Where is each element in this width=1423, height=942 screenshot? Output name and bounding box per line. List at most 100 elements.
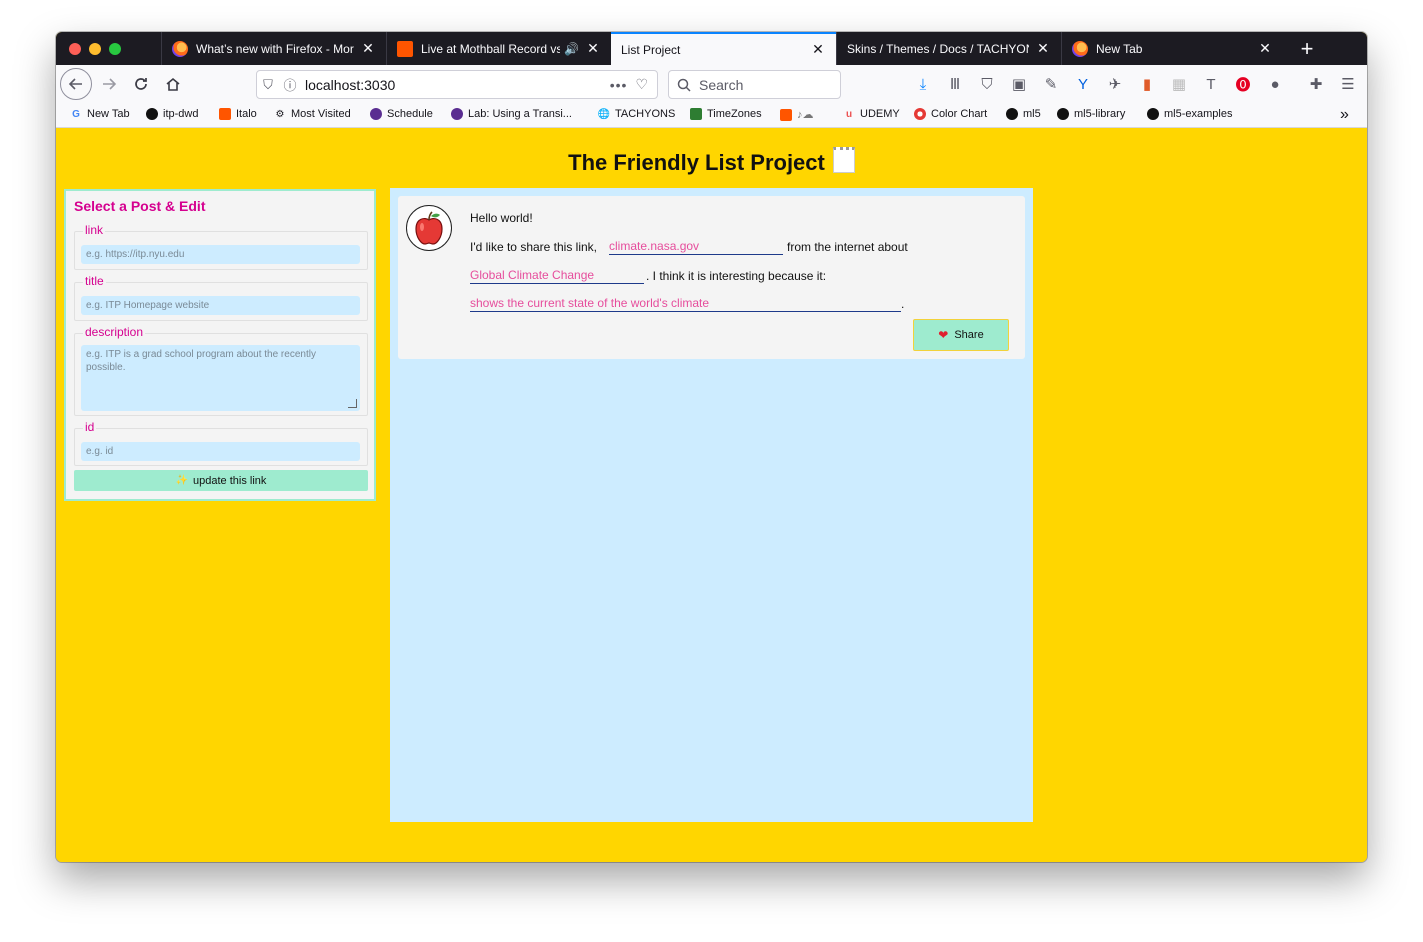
id-input[interactable]: e.g. id bbox=[81, 442, 360, 461]
title-input[interactable]: e.g. ITP Homepage website bbox=[81, 296, 360, 315]
close-icon[interactable]: ✕ bbox=[1035, 40, 1051, 57]
bookmark-most-visited[interactable]: ⚙ Most Visited bbox=[274, 108, 351, 120]
close-icon[interactable]: ✕ bbox=[1257, 40, 1273, 57]
extensions-icon[interactable]: ✚ bbox=[1305, 73, 1327, 95]
id-legend: id bbox=[83, 420, 97, 434]
bookmark-label: ml5-examples bbox=[1164, 108, 1233, 120]
reason-blank[interactable]: shows the current state of the world's c… bbox=[470, 296, 901, 312]
tab-live-mothball[interactable]: Live at Mothball Record vs D 🔊 ✕ bbox=[386, 32, 611, 65]
bookmark-ml5[interactable]: ml5 bbox=[1006, 108, 1041, 120]
account-icon[interactable]: ● bbox=[1264, 73, 1286, 95]
close-icon[interactable]: ✕ bbox=[585, 40, 601, 57]
search-input[interactable]: Search bbox=[668, 70, 841, 99]
tab-new-tab[interactable]: New Tab ✕ bbox=[1061, 32, 1283, 65]
close-icon[interactable]: ✕ bbox=[810, 41, 826, 58]
close-window-button[interactable] bbox=[69, 43, 81, 55]
tab-label: New Tab bbox=[1096, 41, 1143, 56]
home-button[interactable] bbox=[158, 69, 188, 99]
bookmark-tachyons[interactable]: 🌐 TACHYONS bbox=[598, 108, 676, 120]
shield-icon[interactable]: ⛉ bbox=[257, 77, 279, 93]
description-legend: description bbox=[83, 325, 146, 339]
tab-tachyons[interactable]: Skins / Themes / Docs / TACHYONS ✕ bbox=[836, 32, 1061, 65]
tab-label: Live at Mothball Record vs D bbox=[421, 41, 561, 56]
github-icon bbox=[1147, 108, 1159, 120]
shield-extension-icon[interactable]: ⛉ bbox=[976, 73, 998, 95]
edit-panel-heading: Select a Post & Edit bbox=[74, 198, 206, 214]
post-feed: Hello world! I'd like to share this link… bbox=[390, 188, 1033, 822]
address-bar[interactable]: ⛉ ⓘ localhost:3030 ••• ♡ bbox=[256, 70, 658, 99]
speaker-icon[interactable]: 🔊 bbox=[564, 42, 579, 56]
share-label: Share bbox=[954, 329, 984, 341]
link-input[interactable]: e.g. https://itp.nyu.edu bbox=[81, 245, 360, 264]
home-icon bbox=[166, 77, 180, 91]
info-icon[interactable]: ⓘ bbox=[279, 75, 301, 94]
share-button[interactable]: ❤ Share bbox=[913, 319, 1009, 351]
post-greeting: Hello world! bbox=[470, 211, 533, 225]
sidebar-icon[interactable]: ▣ bbox=[1008, 73, 1030, 95]
menu-icon[interactable]: ☰ bbox=[1337, 73, 1359, 95]
soundcloud-icon bbox=[780, 108, 792, 121]
link-blank[interactable]: climate.nasa.gov bbox=[609, 239, 783, 255]
pocket-icon[interactable]: ♡ bbox=[635, 76, 649, 93]
tab-whats-new[interactable]: What’s new with Firefox - More ✕ bbox=[161, 32, 386, 65]
bookmark-ml5-library[interactable]: ml5-library bbox=[1057, 108, 1125, 120]
tab-label: List Project bbox=[621, 42, 681, 57]
google-icon: G bbox=[72, 108, 80, 120]
bookmark-label: Lab: Using a Transi... bbox=[468, 108, 572, 120]
description-textarea[interactable]: e.g. ITP is a grad school program about … bbox=[81, 345, 360, 411]
soundcloud-icon bbox=[219, 108, 231, 120]
itp-icon bbox=[451, 108, 463, 120]
reload-button[interactable] bbox=[126, 69, 156, 99]
title-legend: title bbox=[83, 274, 106, 288]
bookmark-lab-transistor[interactable]: Lab: Using a Transi... bbox=[451, 108, 572, 120]
page-actions-icon[interactable]: ••• bbox=[610, 77, 628, 93]
minimize-window-button[interactable] bbox=[89, 43, 101, 55]
spaceship-extension-icon[interactable]: ✈ bbox=[1104, 73, 1126, 95]
link-fieldset: link e.g. https://itp.nyu.edu bbox=[74, 223, 368, 270]
tab-list-project[interactable]: List Project ✕ bbox=[611, 32, 836, 65]
bookmark-new-tab[interactable]: G New Tab bbox=[70, 108, 130, 120]
download-icon[interactable]: ⤓ bbox=[912, 73, 934, 95]
music-cloud-icon: ♪☁ bbox=[797, 109, 814, 121]
bookmark-soundcloud[interactable]: ♪☁ bbox=[780, 108, 814, 121]
font-extension-icon[interactable]: T bbox=[1200, 73, 1222, 95]
url-text[interactable]: localhost:3030 bbox=[301, 77, 610, 93]
github-icon bbox=[146, 108, 158, 120]
bookmarks-toolbar: G New Tab itp-dwd Italo ⚙ Most Visited Sch… bbox=[56, 105, 1367, 128]
eyedropper-icon[interactable]: ✎ bbox=[1040, 73, 1062, 95]
soundcloud-icon bbox=[397, 40, 413, 57]
maximize-window-button[interactable] bbox=[109, 43, 121, 55]
bookmark-label: ml5-library bbox=[1074, 108, 1126, 120]
id-fieldset: id e.g. id bbox=[74, 420, 368, 466]
bookmark-timezones[interactable]: TimeZones bbox=[690, 108, 762, 120]
pinterest-icon[interactable]: ⓿ bbox=[1232, 73, 1254, 95]
bookmark-color-chart[interactable]: Color Chart bbox=[914, 108, 987, 120]
description-placeholder: e.g. ITP is a grad school program about … bbox=[86, 349, 316, 373]
library-icon[interactable]: Ⅲ bbox=[944, 73, 966, 95]
topic-blank[interactable]: Global Climate Change bbox=[470, 268, 644, 284]
bookmark-udemy[interactable]: u UDEMY bbox=[843, 108, 900, 120]
vue-devtools-icon[interactable]: Y bbox=[1072, 73, 1094, 95]
update-link-button[interactable]: ✨ update this link bbox=[74, 470, 368, 491]
bookmark-itp-dwd[interactable]: itp-dwd bbox=[146, 108, 198, 120]
forward-button[interactable] bbox=[94, 69, 124, 99]
bookmark-italo[interactable]: Italo bbox=[219, 108, 257, 120]
post-line-1-suffix: from the internet about bbox=[787, 240, 908, 254]
bookmark-schedule[interactable]: Schedule bbox=[370, 108, 433, 120]
back-button[interactable] bbox=[60, 68, 92, 100]
new-tab-button[interactable]: + bbox=[1293, 32, 1321, 65]
github-icon bbox=[1006, 108, 1018, 120]
color-chart-icon bbox=[914, 108, 926, 120]
grid-extension-icon[interactable]: ▦ bbox=[1168, 73, 1190, 95]
resize-grip-icon[interactable] bbox=[348, 399, 357, 408]
bookmark-label: TACHYONS bbox=[615, 108, 676, 120]
battery-extension-icon[interactable]: ▮ bbox=[1136, 73, 1158, 95]
sparkle-icon: ✨ bbox=[175, 475, 189, 486]
description-fieldset: description e.g. ITP is a grad school pr… bbox=[74, 325, 368, 416]
apple-icon bbox=[415, 211, 443, 245]
bookmark-ml5-examples[interactable]: ml5-examples bbox=[1147, 108, 1232, 120]
post-card: Hello world! I'd like to share this link… bbox=[398, 196, 1025, 359]
close-icon[interactable]: ✕ bbox=[360, 40, 376, 57]
bookmarks-overflow-icon[interactable]: » bbox=[1340, 106, 1349, 124]
github-icon bbox=[1057, 108, 1069, 120]
